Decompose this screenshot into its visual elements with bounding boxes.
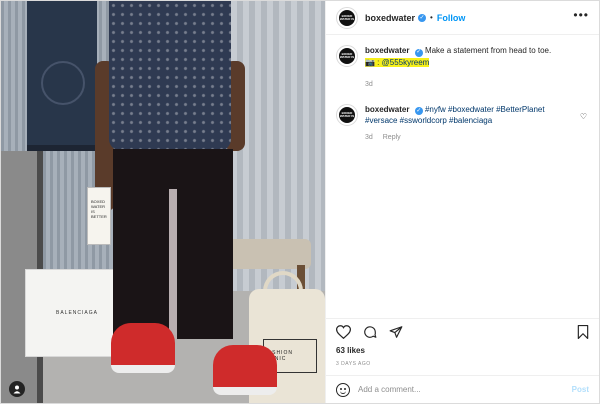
comment-body: boxedwater ✓ #nyfw #boxedwater #BetterPl… xyxy=(365,104,575,144)
photo-pants xyxy=(113,149,233,339)
hashtag-comment: BOXED WATER IS boxedwater ✓ #nyfw #boxed… xyxy=(336,103,589,144)
comment-username[interactable]: boxedwater xyxy=(365,105,409,114)
avatar[interactable]: BOXED WATER IS xyxy=(336,45,358,67)
caption-text: Make a statement from head to toe. xyxy=(424,46,552,55)
avatar[interactable]: BOXED WATER IS xyxy=(336,103,358,126)
verified-badge-icon: ✓ xyxy=(414,107,423,115)
comment-meta: 3d Reply xyxy=(365,132,575,143)
follow-button[interactable]: Follow xyxy=(437,13,466,23)
post-header: BOXED WATER IS boxedwater ✓ • Follow ••• xyxy=(326,1,599,35)
comment-time[interactable]: 3d xyxy=(365,134,373,141)
avatar[interactable]: BOXED WATER IS xyxy=(336,6,358,29)
add-comment-bar: Post xyxy=(326,375,599,403)
comment-bubble-icon[interactable] xyxy=(363,325,377,339)
shoebox-label: BALENCIAGA xyxy=(56,310,98,316)
post-photo[interactable]: BALENCIAGA FASHION CLINIC BOXED WATER IS… xyxy=(1,1,325,403)
comment-username[interactable]: boxedwater xyxy=(365,46,409,55)
photo-scarf xyxy=(27,1,97,151)
verified-badge-icon: ✓ xyxy=(418,13,427,22)
avatar-logo: BOXED WATER IS xyxy=(339,9,355,26)
avatar-logo: BOXED WATER IS xyxy=(339,48,355,64)
post-comment-button[interactable]: Post xyxy=(572,385,589,394)
emoji-smiley-icon[interactable] xyxy=(336,382,350,397)
instagram-post: BALENCIAGA FASHION CLINIC BOXED WATER IS… xyxy=(0,0,600,404)
photo-credit-prefix: 📷 : xyxy=(365,57,382,67)
post-side-panel: BOXED WATER IS boxedwater ✓ • Follow •••… xyxy=(325,1,599,403)
reply-button[interactable]: Reply xyxy=(383,134,401,141)
more-options-icon[interactable]: ••• xyxy=(573,9,589,21)
photo-shirt xyxy=(109,1,231,151)
photo-credit-handle[interactable]: @555kyreem xyxy=(381,57,430,67)
likes-count[interactable]: 63 likes xyxy=(326,344,599,355)
caption-comment: BOXED WATER IS boxedwater ✓ Make a state… xyxy=(336,45,589,90)
photo-sneaker-left xyxy=(111,323,175,373)
comments-section: BOXED WATER IS boxedwater ✓ Make a state… xyxy=(326,35,599,318)
save-bookmark-icon[interactable] xyxy=(577,325,589,344)
header-username[interactable]: boxedwater xyxy=(365,13,415,23)
comment-body: boxedwater ✓ Make a statement from head … xyxy=(365,45,551,90)
carton-label: BOXED WATER IS BETTER xyxy=(91,199,107,219)
tagged-users-icon[interactable] xyxy=(9,381,25,397)
comment-meta: 3d xyxy=(365,79,551,90)
avatar-logo: BOXED WATER IS xyxy=(339,106,355,123)
post-date[interactable]: 3 DAYS AGO xyxy=(326,355,599,375)
photo-shoebox: BALENCIAGA xyxy=(25,269,125,357)
share-paper-plane-icon[interactable] xyxy=(389,325,403,339)
action-bar xyxy=(326,318,599,344)
photo-sneaker-right xyxy=(213,345,277,395)
comment-time[interactable]: 3d xyxy=(365,81,373,88)
verified-badge-icon: ✓ xyxy=(414,48,423,57)
like-heart-icon[interactable] xyxy=(336,324,351,339)
add-comment-input[interactable] xyxy=(358,385,572,394)
like-comment-heart-icon[interactable]: ♡ xyxy=(580,112,587,121)
header-separator: • xyxy=(430,13,433,22)
